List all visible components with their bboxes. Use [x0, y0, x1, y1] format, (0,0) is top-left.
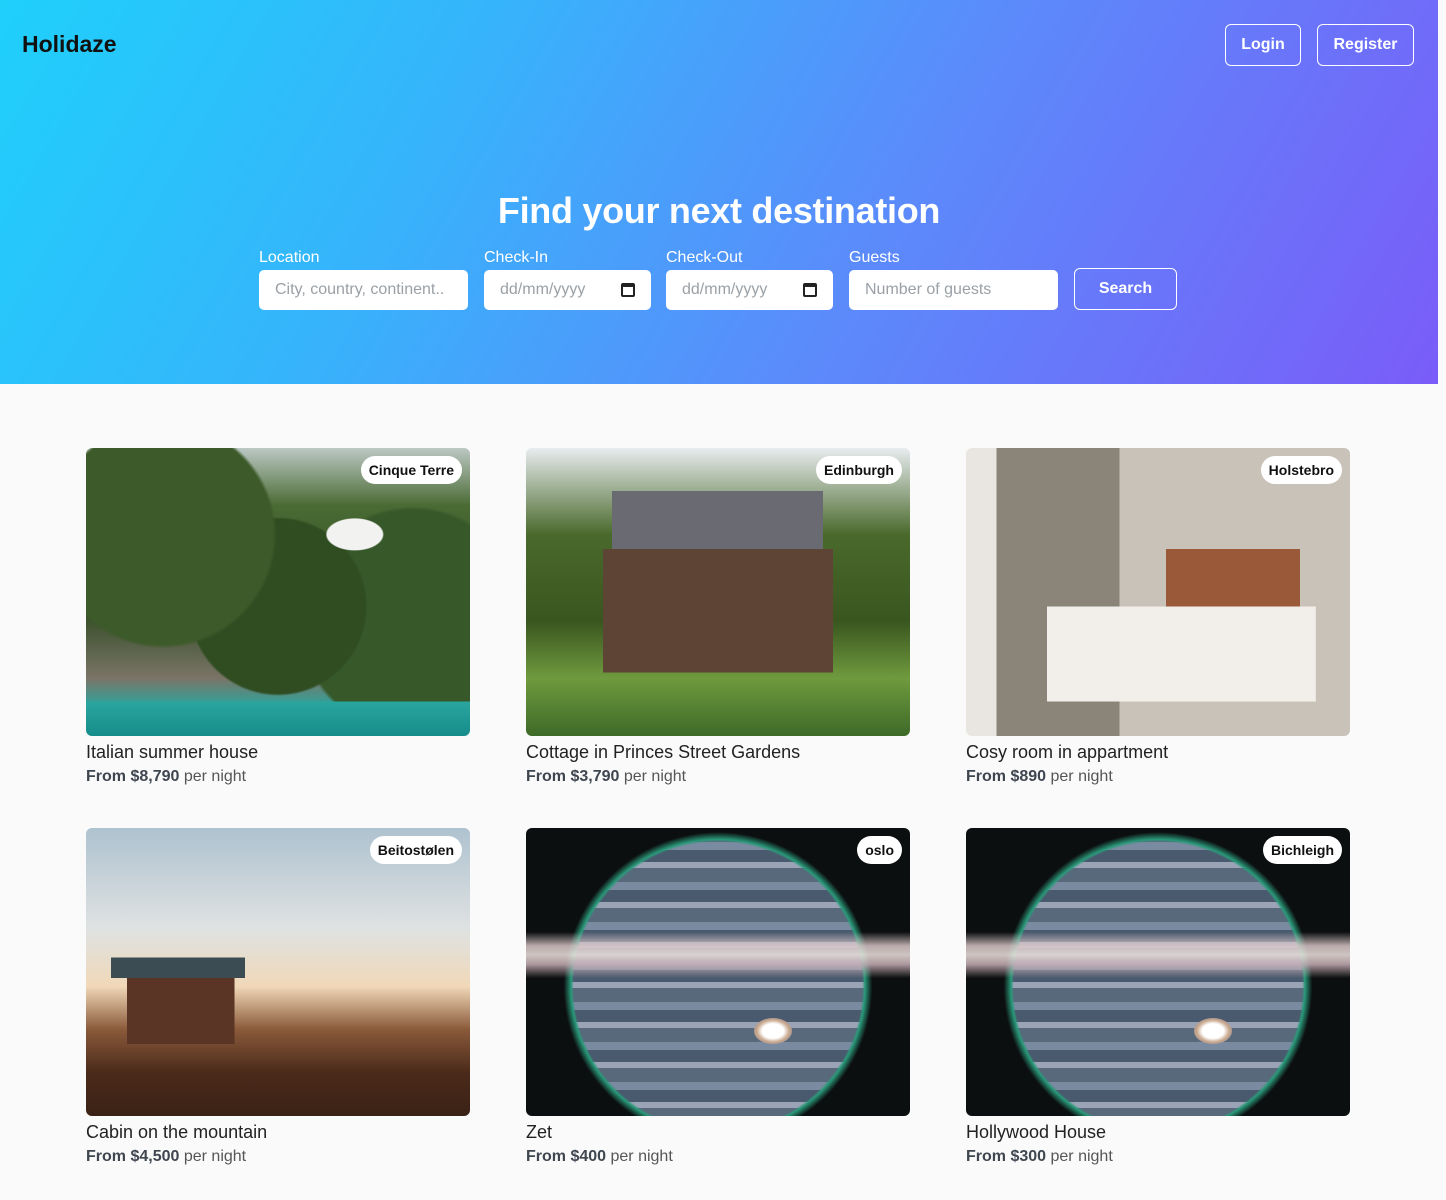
listing-title[interactable]: Italian summer house — [86, 742, 470, 762]
location-placeholder: City, country, continent.. — [275, 281, 445, 298]
checkout-label: Check-Out — [666, 249, 743, 266]
location-label: Location — [259, 249, 320, 266]
checkout-date-input[interactable]: dd/mm/yyyy — [666, 270, 833, 310]
price-amount: From $8,790 — [86, 768, 180, 785]
location-input[interactable]: City, country, continent.. — [259, 270, 468, 310]
listing-price: From $4,500 per night — [86, 1148, 470, 1166]
price-amount: From $3,790 — [526, 768, 620, 785]
listing-price: From $8,790 per night — [86, 768, 470, 786]
location-badge: Bichleigh — [1262, 836, 1342, 864]
listing-image[interactable]: Cinque Terre — [86, 448, 470, 736]
guests-input[interactable]: Number of guests — [849, 270, 1058, 310]
register-button[interactable]: Register — [1317, 24, 1414, 66]
listing-price: From $400 per night — [526, 1148, 910, 1166]
location-badge: Holstebro — [1260, 456, 1342, 484]
price-unit: per night — [183, 768, 247, 785]
price-unit: per night — [183, 1148, 247, 1165]
listing-card[interactable]: Bichleigh Hollywood House From $300 per … — [966, 828, 1350, 1166]
checkin-placeholder: dd/mm/yyyy — [500, 281, 586, 298]
price-amount: From $4,500 — [86, 1148, 180, 1165]
listing-price: From $890 per night — [966, 768, 1350, 786]
guests-placeholder: Number of guests — [865, 281, 992, 298]
listing-card[interactable]: Beitostølen Cabin on the mountain From $… — [86, 828, 470, 1166]
location-badge: Beitostølen — [369, 836, 462, 864]
listing-image[interactable]: oslo — [526, 828, 910, 1116]
listing-image[interactable]: Beitostølen — [86, 828, 470, 1116]
price-unit: per night — [1050, 768, 1113, 785]
planet-storm-spot — [754, 1018, 792, 1044]
calendar-icon[interactable] — [803, 283, 817, 297]
listing-title[interactable]: Hollywood House — [966, 1122, 1350, 1142]
location-badge: oslo — [857, 836, 902, 864]
price-amount: From $300 — [966, 1148, 1047, 1165]
search-button[interactable]: Search — [1074, 268, 1177, 310]
price-amount: From $890 — [966, 768, 1047, 785]
listing-card[interactable]: Edinburgh Cottage in Princes Street Gard… — [526, 448, 910, 786]
listing-title[interactable]: Cabin on the mountain — [86, 1122, 470, 1142]
listing-image[interactable]: Holstebro — [966, 448, 1350, 736]
checkin-label: Check-In — [484, 249, 549, 266]
brand-logo[interactable]: Holidaze — [22, 31, 117, 58]
price-unit: per night — [1050, 1148, 1113, 1165]
listing-image[interactable]: Bichleigh — [966, 828, 1350, 1116]
listing-price: From $3,790 per night — [526, 768, 910, 786]
checkin-date-input[interactable]: dd/mm/yyyy — [484, 270, 651, 310]
price-amount: From $400 — [526, 1148, 607, 1165]
guests-label: Guests — [849, 249, 900, 266]
login-button[interactable]: Login — [1225, 24, 1301, 66]
location-badge: Cinque Terre — [360, 456, 462, 484]
hero-title: Find your next destination — [497, 190, 941, 231]
listing-card[interactable]: oslo Zet From $400 per night — [526, 828, 910, 1166]
listing-title[interactable]: Cottage in Princes Street Gardens — [526, 742, 910, 762]
calendar-icon[interactable] — [621, 283, 635, 297]
checkout-placeholder: dd/mm/yyyy — [682, 281, 768, 298]
hero-banner: Holidaze Login Register Find your next d… — [0, 0, 1438, 384]
listing-title[interactable]: Cosy room in appartment — [966, 742, 1350, 762]
price-unit: per night — [623, 768, 687, 785]
price-unit: per night — [610, 1148, 673, 1165]
listing-card[interactable]: Cinque Terre Italian summer house From $… — [86, 448, 470, 786]
planet-storm-spot — [1194, 1018, 1232, 1044]
listing-title[interactable]: Zet — [526, 1122, 910, 1142]
listing-image[interactable]: Edinburgh — [526, 448, 910, 736]
listing-price: From $300 per night — [966, 1148, 1350, 1166]
listing-card[interactable]: Holstebro Cosy room in appartment From $… — [966, 448, 1350, 786]
location-badge: Edinburgh — [816, 456, 902, 484]
